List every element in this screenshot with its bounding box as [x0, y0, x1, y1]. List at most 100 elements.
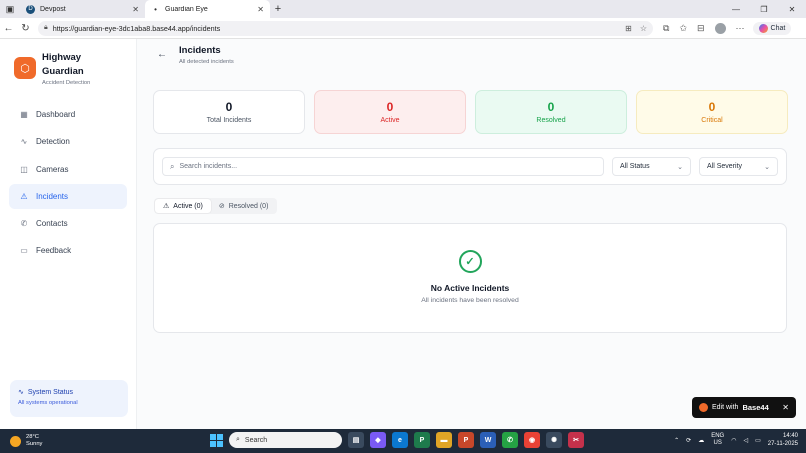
sidebar: ⬡ Highway Guardian Accident Detection ▦ …	[0, 39, 137, 429]
edit-with-base44-badge[interactable]: Edit with Base44 ✕	[692, 397, 796, 418]
time: 14:40	[782, 433, 798, 439]
new-tab-button[interactable]: +	[270, 0, 286, 18]
page-header: ← Incidents All detected incidents	[157, 45, 234, 65]
region-code: US	[713, 440, 722, 446]
edge-browser-icon[interactable]: e	[392, 432, 408, 448]
status-filter-value: All Status	[620, 163, 650, 170]
browser-tab-devpost[interactable]: D Devpost ✕	[20, 0, 145, 18]
brand-name: Highway Guardian	[42, 52, 84, 77]
project-app-icon[interactable]: P	[414, 432, 430, 448]
sidebar-item-feedback[interactable]: ▭ Feedback	[9, 238, 127, 263]
search-input[interactable]: ⌕ Search incidents...	[162, 157, 604, 176]
chatgpt-icon[interactable]: ✺	[546, 432, 562, 448]
volume-icon[interactable]: ◁	[743, 437, 748, 444]
cloud-icon[interactable]: ☁	[698, 437, 704, 444]
copilot-chat-button[interactable]: Chat	[752, 21, 792, 35]
sun-icon	[10, 435, 21, 447]
camera-icon: ◫	[20, 164, 28, 174]
close-icon[interactable]: ✕	[782, 403, 789, 412]
brand-subtitle: Accident Detection	[42, 80, 91, 86]
task-view-icon[interactable]: ▤	[348, 432, 364, 448]
sidebar-item-cameras[interactable]: ◫ Cameras	[9, 157, 127, 182]
word-icon[interactable]: W	[480, 432, 496, 448]
loading-favicon-icon: •	[154, 4, 157, 14]
brand: ⬡ Highway Guardian Accident Detection	[0, 39, 136, 86]
browser-tab-bar: ▣ D Devpost ✕ • Guardian Eye ✕ + — ❐ ✕	[0, 0, 806, 18]
main-content: ← Incidents All detected incidents 0 Tot…	[137, 39, 806, 429]
lock-icon[interactable]: 🔒︎	[44, 24, 48, 32]
app-available-icon[interactable]: ⊞	[625, 24, 632, 33]
favorite-star-icon[interactable]: ☆	[640, 24, 647, 33]
url-text: https://guardian-eye-3dc1aba8.base44.app…	[52, 23, 221, 33]
language-indicator[interactable]: ENG US	[711, 433, 724, 447]
minimize-icon[interactable]: —	[722, 0, 750, 18]
activity-icon: ∿	[20, 137, 28, 147]
stat-value: 0	[547, 100, 555, 114]
weather-condition: Sunny	[26, 441, 43, 447]
sidebar-item-dashboard[interactable]: ▦ Dashboard	[9, 102, 127, 127]
maximize-icon[interactable]: ❐	[750, 0, 778, 18]
stats-row: 0 Total Incidents 0 Active 0 Resolved 0 …	[153, 90, 788, 134]
sidebar-item-contacts[interactable]: ✆ Contacts	[9, 211, 127, 236]
window-controls: — ❐ ✕	[722, 0, 806, 18]
taskbar-search[interactable]: ⌕ Search	[229, 432, 342, 448]
search-icon: ⌕	[236, 436, 240, 443]
sidebar-item-label: Feedback	[36, 246, 72, 256]
file-explorer-icon[interactable]: ▬	[436, 432, 452, 448]
battery-icon[interactable]: ▭	[755, 437, 761, 444]
more-options-icon[interactable]: ⋯	[736, 23, 745, 34]
refresh-icon[interactable]: ↻	[17, 23, 34, 34]
tab-resolved[interactable]: ⊘ Resolved (0)	[211, 199, 277, 213]
sidebar-item-incidents[interactable]: ⚠︎ Incidents	[9, 183, 127, 209]
sidebar-item-label: Contacts	[36, 219, 68, 229]
wifi-icon[interactable]: ◠	[731, 437, 736, 444]
dashboard-icon: ▦	[20, 110, 28, 119]
chrome-icon[interactable]: ◉	[524, 432, 540, 448]
sidebar-item-label: Detection	[36, 137, 70, 147]
windows-start-icon[interactable]	[210, 433, 223, 447]
chevron-up-icon[interactable]: ⌃	[674, 437, 679, 444]
url-bar[interactable]: 🔒︎ https://guardian-eye-3dc1aba8.base44.…	[38, 20, 653, 36]
snipping-tool-icon[interactable]: ✂	[568, 432, 584, 448]
system-status-card: ∿ System Status All systems operational	[10, 380, 128, 417]
powerpoint-icon[interactable]: P	[458, 432, 474, 448]
profile-avatar[interactable]	[714, 22, 726, 34]
severity-filter-select[interactable]: All Severity ⌄	[699, 157, 778, 176]
clock[interactable]: 14:40 27-11-2025	[768, 432, 798, 448]
sidebar-item-label: Cameras	[36, 164, 69, 174]
stat-card-total: 0 Total Incidents	[153, 90, 305, 134]
warning-icon: ⚠︎	[20, 191, 28, 201]
back-icon[interactable]: ←	[0, 23, 17, 34]
sidebar-item-label: Dashboard	[36, 110, 76, 119]
copilot-icon	[758, 23, 768, 33]
split-screen-icon[interactable]: ⧉	[663, 23, 669, 34]
browser-tab-guardian-eye[interactable]: • Guardian Eye ✕	[145, 0, 270, 18]
stat-value: 0	[708, 100, 716, 114]
edit-brand: Base44	[742, 403, 769, 412]
date: 27-11-2025	[767, 441, 798, 447]
tab-title: Guardian Eye	[165, 5, 208, 13]
tab-active[interactable]: ⚠︎ Active (0)	[155, 199, 211, 213]
tab-label: Active (0)	[173, 202, 203, 210]
sync-icon[interactable]: ⟳	[686, 437, 691, 444]
whatsapp-icon[interactable]: ✆	[502, 432, 518, 448]
close-tab-icon[interactable]: ✕	[257, 5, 264, 14]
sidebar-item-detection[interactable]: ∿ Detection	[9, 129, 127, 154]
chat-label: Chat	[770, 24, 786, 32]
stat-label: Total Incidents	[206, 117, 252, 124]
taskbar-search-label: Search	[244, 436, 268, 444]
back-arrow-icon[interactable]: ←	[157, 49, 167, 60]
close-tab-icon[interactable]: ✕	[132, 5, 139, 14]
stat-value: 0	[225, 100, 233, 114]
favorites-icon[interactable]: ✩	[679, 23, 687, 34]
weather-widget[interactable]: 28°C Sunny	[0, 434, 42, 448]
sidebar-nav: ▦ Dashboard ∿ Detection ◫ Cameras ⚠︎ Inc…	[0, 102, 136, 263]
system-tray: ⌃ ⟳ ☁ ENG US ◠ ◁ ▭ 14:40 27-11-2025	[674, 432, 798, 448]
collections-icon[interactable]: ⊟	[697, 23, 705, 34]
close-window-icon[interactable]: ✕	[778, 0, 806, 18]
tab-actions-icon[interactable]: ▣	[0, 0, 20, 18]
page-title: Incidents	[179, 45, 221, 56]
status-title: System Status	[27, 388, 74, 396]
status-filter-select[interactable]: All Status ⌄	[612, 157, 691, 176]
copilot-app-icon[interactable]: ◆	[370, 432, 386, 448]
